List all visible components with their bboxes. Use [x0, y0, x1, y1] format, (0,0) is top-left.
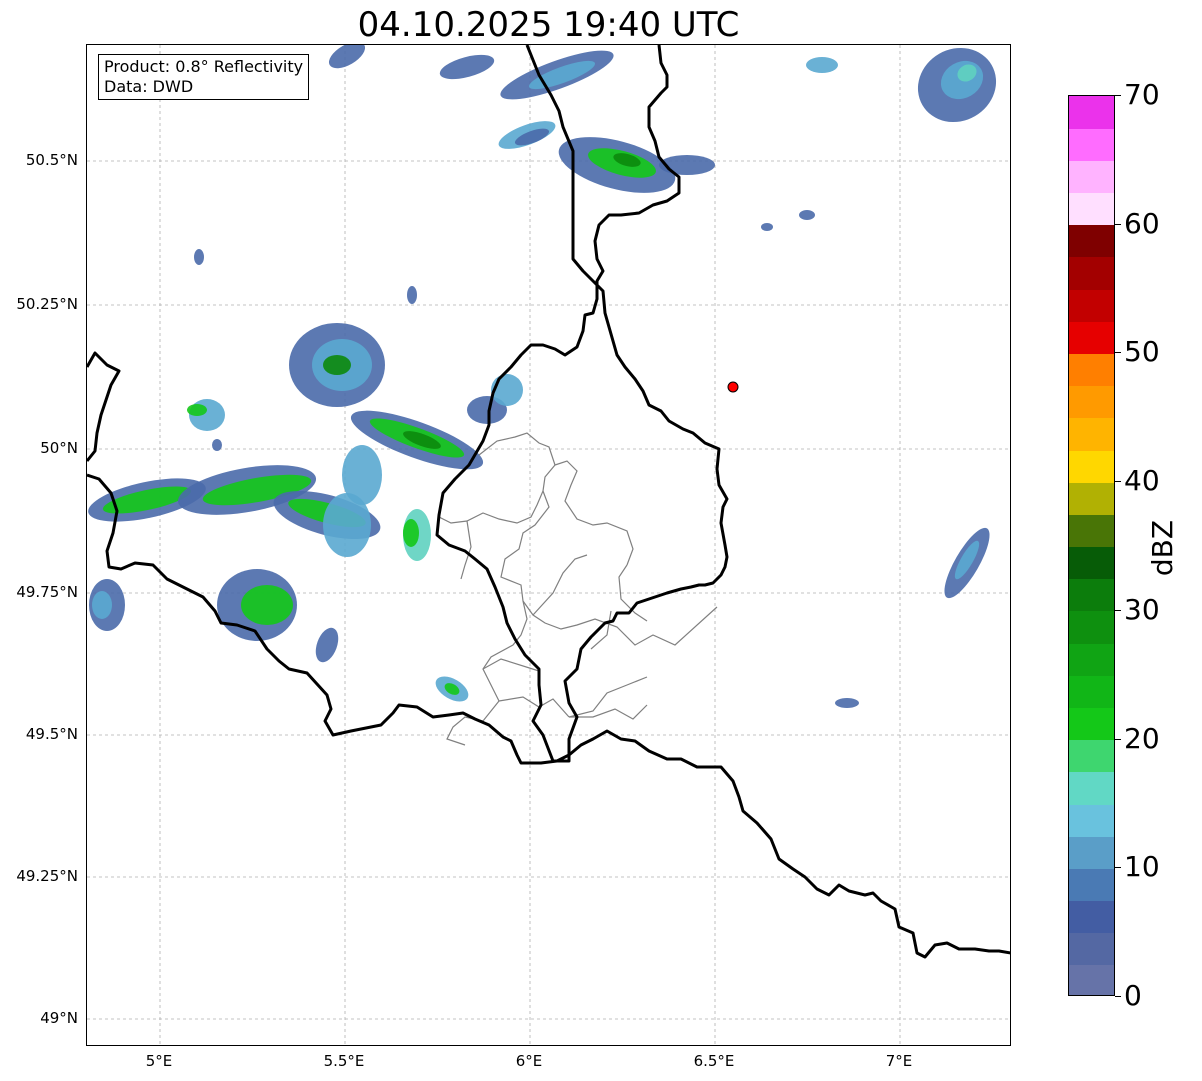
- colorbar-segment: [1069, 96, 1114, 129]
- colorbar-label: dBZ: [1146, 519, 1179, 577]
- radar-echo: [315, 627, 339, 663]
- radar-echo: [342, 445, 382, 505]
- colorbar-tick-mark: [1115, 95, 1121, 96]
- radar-map[interactable]: [86, 44, 1011, 1046]
- colorbar-segment: [1069, 578, 1114, 612]
- colorbar-tick-mark: [1115, 223, 1121, 225]
- colorbar-tick-mark: [1115, 352, 1121, 354]
- colorbar-segment: [1069, 643, 1114, 676]
- colorbar-segment: [1069, 836, 1114, 869]
- radar-echoes: [88, 45, 997, 708]
- latitude-label: 49.75°N: [16, 583, 78, 601]
- info-product: Product: 0.8° Reflectivity: [104, 57, 304, 76]
- colorbar-tick-label: 20: [1124, 721, 1160, 755]
- longitude-label: 5°E: [145, 1052, 173, 1070]
- colorbar-segment: [1069, 128, 1114, 161]
- map-canvas: [87, 45, 1010, 1045]
- latitude-label: 50.25°N: [16, 295, 78, 313]
- colorbar: [1068, 95, 1115, 996]
- radar-echo: [92, 591, 112, 619]
- radar-echo: [407, 286, 417, 304]
- colorbar-tick-label: 70: [1124, 78, 1160, 111]
- colorbar-segment: [1069, 449, 1114, 483]
- colorbar-segment: [1069, 224, 1114, 258]
- colorbar-segment: [1069, 932, 1114, 966]
- radar-echo: [806, 57, 838, 73]
- colorbar-segment: [1069, 160, 1114, 194]
- colorbar-tick-label: 0: [1124, 979, 1142, 1012]
- longitude-label: 6.5°E: [693, 1052, 735, 1070]
- map-title: 04.10.2025 19:40 UTC: [357, 5, 740, 45]
- colorbar-segment: [1069, 289, 1114, 322]
- colorbar-segment: [1069, 964, 1114, 995]
- latitude-label: 49.25°N: [16, 867, 78, 885]
- colorbar-segment: [1069, 514, 1114, 548]
- radar-echo: [835, 698, 859, 708]
- radar-echo: [323, 355, 351, 375]
- colorbar-segment: [1069, 900, 1114, 934]
- colorbar-tick-label: 60: [1124, 206, 1160, 240]
- radar-echo: [328, 45, 366, 69]
- colorbar-segment: [1069, 868, 1114, 902]
- colorbar-segment: [1069, 192, 1114, 226]
- colorbar-segment: [1069, 546, 1114, 580]
- radar-echo: [403, 519, 419, 547]
- colorbar-segment: [1069, 353, 1114, 387]
- longitude-label: 6°E: [515, 1052, 543, 1070]
- radar-echo: [241, 585, 293, 625]
- colorbar-segment: [1069, 610, 1114, 644]
- radar-site-marker: [727, 381, 739, 393]
- colorbar-tick-mark: [1115, 609, 1121, 611]
- radar-echo: [187, 404, 207, 416]
- longitude-label: 5.5°E: [323, 1052, 365, 1070]
- colorbar-tick-mark: [1115, 481, 1121, 483]
- radar-echo: [212, 439, 222, 451]
- colorbar-segment: [1069, 675, 1114, 708]
- colorbar-segment: [1069, 707, 1114, 741]
- info-data-source: Data: DWD: [104, 77, 194, 96]
- colorbar-segment: [1069, 771, 1114, 805]
- graticule: [87, 45, 1010, 1045]
- radar-echo: [439, 54, 495, 80]
- colorbar-segment: [1069, 256, 1114, 290]
- colorbar-tick-label: 50: [1124, 335, 1160, 369]
- colorbar-tick-label: 30: [1124, 592, 1160, 626]
- radar-echo: [799, 210, 815, 220]
- colorbar-tick-mark: [1115, 996, 1121, 997]
- colorbar-segment: [1069, 385, 1114, 419]
- district-boundaries: [438, 432, 718, 746]
- latitude-label: 50.5°N: [25, 151, 78, 169]
- latitude-label: 49.5°N: [25, 725, 78, 743]
- radar-echo: [761, 223, 773, 231]
- info-box: Product: 0.8° Reflectivity Data: DWD: [98, 54, 310, 100]
- latitude-label: 49°N: [40, 1009, 78, 1027]
- colorbar-segment: [1069, 803, 1114, 837]
- colorbar-segment: [1069, 417, 1114, 451]
- colorbar-segment: [1069, 321, 1114, 355]
- colorbar-segment: [1069, 482, 1114, 515]
- longitude-label: 7°E: [885, 1052, 913, 1070]
- colorbar-tick-mark: [1115, 738, 1121, 740]
- colorbar-segment: [1069, 739, 1114, 773]
- colorbar-tick-label: 10: [1124, 850, 1160, 884]
- colorbar-tick-mark: [1115, 867, 1121, 869]
- radar-echo: [194, 249, 204, 265]
- colorbar-tick-label: 40: [1124, 464, 1160, 498]
- latitude-label: 50°N: [40, 439, 78, 457]
